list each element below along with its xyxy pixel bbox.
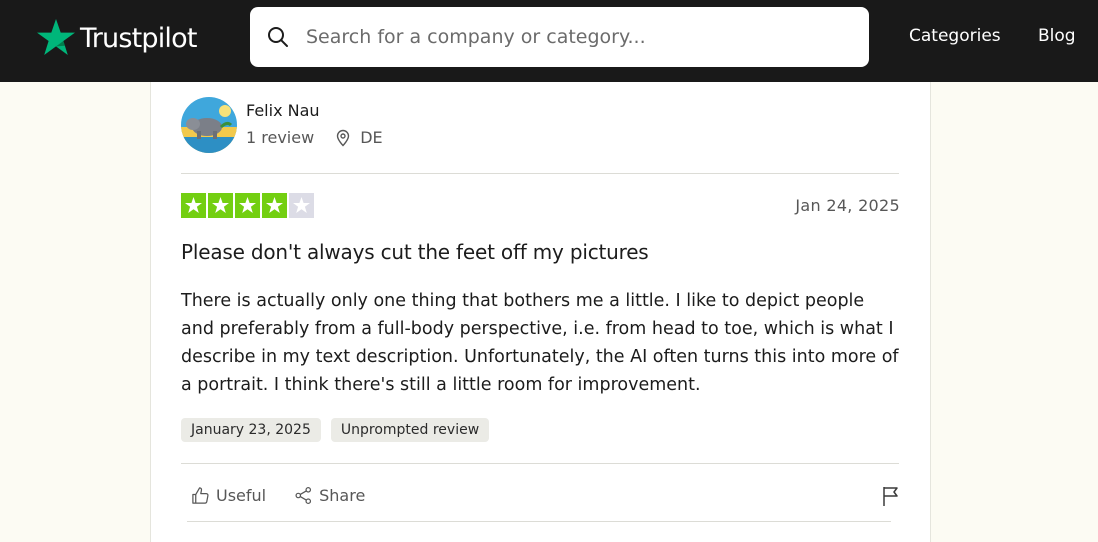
- review-card: Felix Nau 1 review DE Jan 24, 2025 Pleas…: [150, 82, 931, 542]
- location-pin-icon: [336, 129, 350, 146]
- divider: [187, 521, 891, 522]
- thumbs-up-icon: [192, 487, 209, 504]
- avatar[interactable]: [181, 97, 237, 153]
- search-bar[interactable]: [250, 7, 869, 67]
- top-navigation-bar: Trustpilot Categories Blog: [0, 0, 1098, 82]
- trustpilot-star-icon: [37, 19, 75, 55]
- reviewer-country: DE: [360, 128, 383, 147]
- share-label: Share: [319, 486, 366, 505]
- search-icon: [268, 27, 288, 47]
- nav-blog-link[interactable]: Blog: [1038, 26, 1076, 46]
- star-filled-icon: [235, 193, 260, 218]
- trustpilot-logo[interactable]: Trustpilot: [36, 16, 197, 60]
- useful-button[interactable]: Useful: [191, 486, 266, 505]
- search-input[interactable]: [304, 25, 848, 49]
- divider: [181, 463, 899, 464]
- review-title[interactable]: Please don't always cut the feet off my …: [181, 240, 649, 264]
- star-filled-icon: [181, 193, 206, 218]
- divider: [181, 173, 899, 174]
- review-type-tag: Unprompted review: [330, 418, 490, 442]
- avatar-hippo-image: [181, 97, 237, 153]
- nav-categories-link[interactable]: Categories: [909, 26, 1001, 46]
- review-count: 1 review: [246, 128, 315, 147]
- review-body: There is actually only one thing that bo…: [181, 291, 899, 395]
- useful-label: Useful: [216, 486, 267, 505]
- review-actions: Useful Share: [191, 486, 393, 505]
- logo-text: Trustpilot: [80, 22, 197, 54]
- report-flag-icon[interactable]: [880, 485, 902, 507]
- star-rating: [181, 193, 314, 218]
- experience-date-tag: January 23, 2025: [181, 418, 321, 442]
- share-icon: [295, 486, 312, 505]
- star-filled-icon: [208, 193, 233, 218]
- review-tags: January 23, 2025 Unprompted review: [181, 418, 490, 442]
- share-button[interactable]: Share: [294, 486, 365, 505]
- review-date: Jan 24, 2025: [795, 196, 900, 215]
- star-empty-icon: [289, 193, 314, 218]
- reviewer-meta: 1 review DE: [246, 128, 383, 147]
- reviewer-name[interactable]: Felix Nau: [246, 101, 320, 120]
- star-filled-icon: [262, 193, 287, 218]
